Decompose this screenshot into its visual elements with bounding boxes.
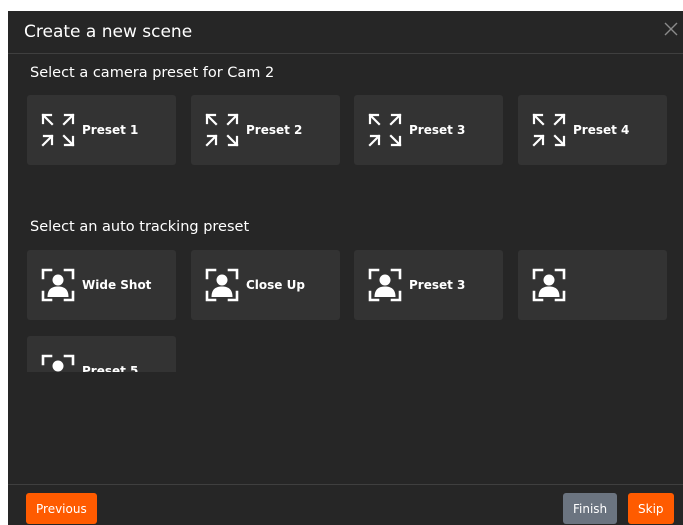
person-frame-icon [531, 267, 567, 303]
expand-arrows-icon [531, 112, 567, 148]
tracking-section-title: Select an auto tracking preset [30, 219, 250, 235]
person-frame-icon [40, 267, 76, 303]
camera-preset-2[interactable]: Preset 2 [191, 95, 340, 165]
preset-label: Preset 3 [409, 123, 466, 137]
person-frame-icon [40, 353, 76, 372]
tracking-preset-close-up[interactable]: Close Up [191, 250, 340, 320]
camera-section-title: Select a camera preset for Cam 2 [30, 65, 275, 81]
expand-arrows-icon [367, 112, 403, 148]
camera-preset-1[interactable]: Preset 1 [27, 95, 176, 165]
person-frame-icon [204, 267, 240, 303]
dialog-title: Create a new scene [24, 22, 193, 42]
preset-label: Preset 2 [246, 123, 303, 137]
preset-label: Preset 5 [82, 364, 139, 372]
tracking-preset-5[interactable]: Preset 5 [27, 336, 176, 372]
preset-label: Preset 4 [573, 123, 630, 137]
tracking-preset-wide-shot[interactable]: Wide Shot [27, 250, 176, 320]
expand-arrows-icon [204, 112, 240, 148]
tracking-preset-overflow: Preset 5 [27, 336, 187, 372]
person-frame-icon [367, 267, 403, 303]
tracking-preset-3[interactable]: Preset 3 [354, 250, 503, 320]
create-scene-dialog: Create a new scene Select a camera prese… [8, 11, 683, 525]
camera-preset-4[interactable]: Preset 4 [518, 95, 667, 165]
finish-button[interactable]: Finish [563, 493, 618, 524]
preset-label: Preset 1 [82, 123, 139, 137]
camera-preset-3[interactable]: Preset 3 [354, 95, 503, 165]
dialog-footer: Previous Finish Skip [8, 484, 683, 525]
preset-label: Wide Shot [82, 278, 152, 292]
previous-button[interactable]: Previous [26, 493, 97, 524]
close-icon[interactable] [663, 21, 679, 37]
tracking-preset-4[interactable] [518, 250, 667, 320]
dialog-header: Create a new scene [8, 11, 683, 54]
preset-label: Close Up [246, 278, 305, 292]
expand-arrows-icon [40, 112, 76, 148]
preset-label: Preset 3 [409, 278, 466, 292]
skip-button[interactable]: Skip [628, 493, 674, 524]
